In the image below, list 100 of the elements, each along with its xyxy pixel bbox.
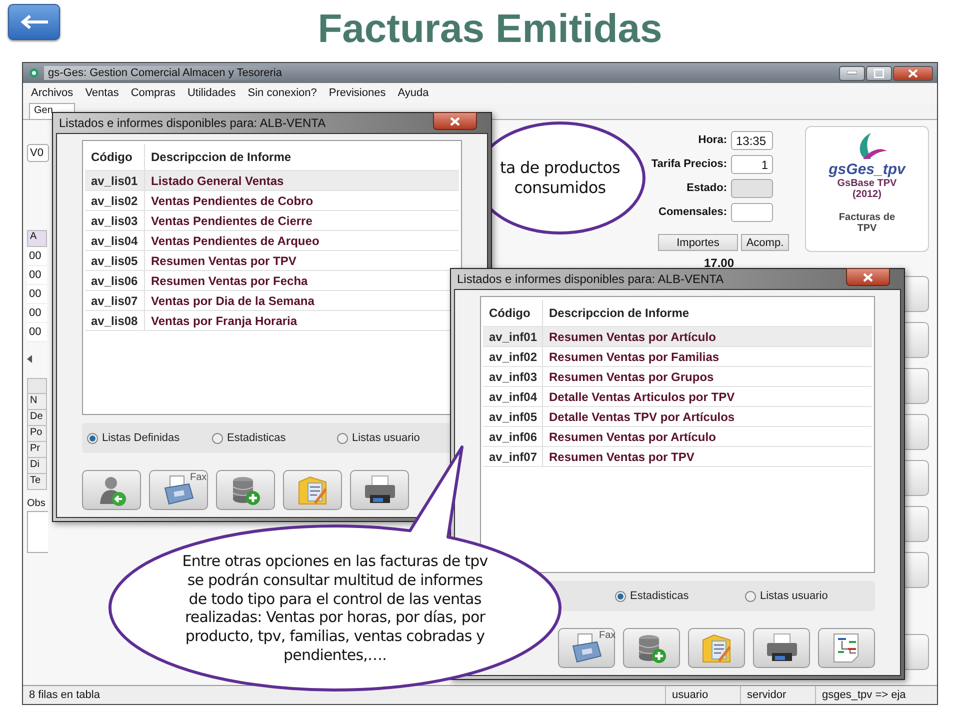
slide-title: Facturas Emitidas (316, 6, 664, 52)
column-header: Descripccion de Informe (548, 305, 690, 322)
radio-label: Listas usuario (760, 590, 828, 602)
person-arrow-button[interactable] (82, 470, 141, 510)
icon-label: Fax (190, 472, 207, 483)
field-label: Pr (27, 442, 47, 458)
product-name: GsBase TPV (837, 178, 897, 189)
flowchart-document-button[interactable] (818, 628, 875, 668)
menu-item[interactable]: Ayuda (398, 87, 429, 99)
database-plus-button[interactable] (623, 628, 680, 668)
maximize-button[interactable] (866, 66, 892, 80)
table-cell: 00 (27, 247, 47, 266)
printer-button[interactable] (350, 470, 409, 510)
minimize-button[interactable] (839, 66, 865, 80)
menu-item[interactable]: Archivos (31, 87, 74, 99)
report-row[interactable]: av_lis04 Ventas Pendientes de Arqueo (85, 231, 459, 251)
column-header[interactable]: Acomp. (741, 234, 789, 251)
printer-icon (362, 474, 396, 506)
status-text: usuario (665, 686, 740, 704)
input-field[interactable] (731, 202, 773, 222)
field-label: Estado: (686, 182, 727, 194)
report-row[interactable]: av_lis03 Ventas Pendientes de Cierre (85, 211, 459, 231)
report-row[interactable]: av_inf01 Resumen Ventas por Artículo (483, 327, 872, 347)
close-button[interactable] (893, 66, 933, 80)
left-arrow-icon (19, 14, 49, 30)
scroll-left-icon (27, 355, 33, 363)
report-row[interactable]: av_inf06 Resumen Ventas por Artículo (483, 427, 872, 447)
table-cell: 00 (27, 304, 47, 323)
notes-field[interactable] (27, 511, 48, 553)
database-plus-button[interactable] (216, 470, 275, 510)
menu-item[interactable]: Sin conexion? (248, 87, 317, 99)
report-row[interactable]: av_inf05 Detalle Ventas TPV por Artículos (483, 407, 872, 427)
report-row[interactable]: av_lis01 Listado General Ventas (85, 171, 459, 191)
column-header: Código (85, 144, 145, 170)
product-year: (2012) (852, 189, 882, 200)
radio-label: Listas usuario (352, 432, 420, 444)
report-row[interactable]: av_lis05 Resumen Ventas por TPV (85, 251, 459, 271)
column-header: Código (483, 300, 543, 326)
column-header: A (27, 230, 47, 247)
radio-label: Estadisticas (227, 432, 286, 444)
column-header: Descripccion de Informe (150, 149, 292, 166)
field-label: Obs (27, 498, 46, 509)
field-label: N (27, 394, 47, 410)
report-row[interactable]: av_inf07 Resumen Ventas por TPV (483, 447, 872, 467)
column-header[interactable]: Importes (658, 234, 738, 251)
panel-caption: Facturas de TPV (838, 212, 896, 234)
status-text: gsges_tpv => eja (815, 686, 912, 704)
close-icon (908, 68, 918, 78)
report-row[interactable]: av_inf04 Detalle Ventas Articulos por TPV (483, 387, 872, 407)
back-button[interactable] (8, 4, 60, 40)
field-label: Di (27, 458, 47, 474)
table-cell: 00 (27, 266, 47, 285)
app-icon (29, 68, 39, 78)
folder-document-icon (296, 474, 330, 506)
dialog-title: Listados e informes disponibles para: ALB-VENTA (59, 116, 326, 130)
field-label: Hora: (698, 134, 727, 146)
radio-button[interactable] (745, 590, 756, 602)
radio-label: Listas Definidas (102, 432, 180, 444)
report-row[interactable]: av_inf02 Resumen Ventas por Familias (483, 347, 872, 367)
folder-document-button[interactable] (688, 628, 745, 668)
status-text: servidor (740, 686, 815, 704)
input-field[interactable] (731, 178, 773, 198)
field-label: Po (27, 426, 47, 442)
table-cell: 00 (27, 323, 47, 342)
field-label: Tarifa Precios: (651, 158, 727, 170)
field-label: Comensales: (658, 206, 727, 218)
printer-icon (764, 632, 798, 664)
table-cell-text: 17.00 (702, 255, 735, 270)
maximize-icon (874, 68, 884, 78)
dialog-title: Listados e informes disponibles para: ALB-VENTA (457, 272, 724, 286)
status-text: 8 filas en tabla (28, 688, 101, 703)
folder-document-button[interactable] (283, 470, 342, 510)
close-button[interactable] (846, 268, 890, 286)
input-field[interactable]: V0 (27, 144, 49, 162)
report-row[interactable]: av_inf03 Resumen Ventas por Grupos (483, 367, 872, 387)
radio-button[interactable] (337, 432, 348, 444)
radio-button[interactable] (615, 590, 626, 602)
callout-text: Entre otras opciones en las facturas de tpv se podrán consultar multitud de informes de todo tipo para el control de las ventas realizadas: Ventas por horas, por días, por producto, tpv, familias, ventas cobradas y pendientes,…. (182, 552, 488, 664)
close-button[interactable] (433, 112, 477, 130)
radio-label: Estadisticas (630, 590, 689, 602)
fax-machine-button[interactable]: Fax (149, 470, 208, 510)
menu-item[interactable]: Previsiones (328, 87, 386, 99)
close-icon (863, 272, 873, 282)
header-cell-background (27, 378, 47, 394)
table-cell: 00 (27, 285, 47, 304)
menu-item[interactable]: Ventas (85, 87, 119, 99)
field-label: Te (27, 474, 47, 490)
report-row[interactable]: av_lis02 Ventas Pendientes de Cobro (85, 191, 459, 211)
printer-button[interactable] (753, 628, 810, 668)
radio-button[interactable] (212, 432, 223, 444)
logo-text: gsGes_tpv (828, 161, 906, 178)
input-field[interactable]: 13:35 (731, 130, 773, 150)
field-label: De (27, 410, 47, 426)
menu-item[interactable]: Utilidades (187, 87, 236, 99)
menu-item[interactable]: Compras (130, 87, 176, 99)
minimize-icon (847, 71, 857, 75)
input-field[interactable]: 1 (731, 154, 773, 174)
callout-text: ta de productos consumidos (500, 158, 620, 198)
close-icon (450, 116, 460, 126)
radio-button[interactable] (87, 432, 98, 444)
